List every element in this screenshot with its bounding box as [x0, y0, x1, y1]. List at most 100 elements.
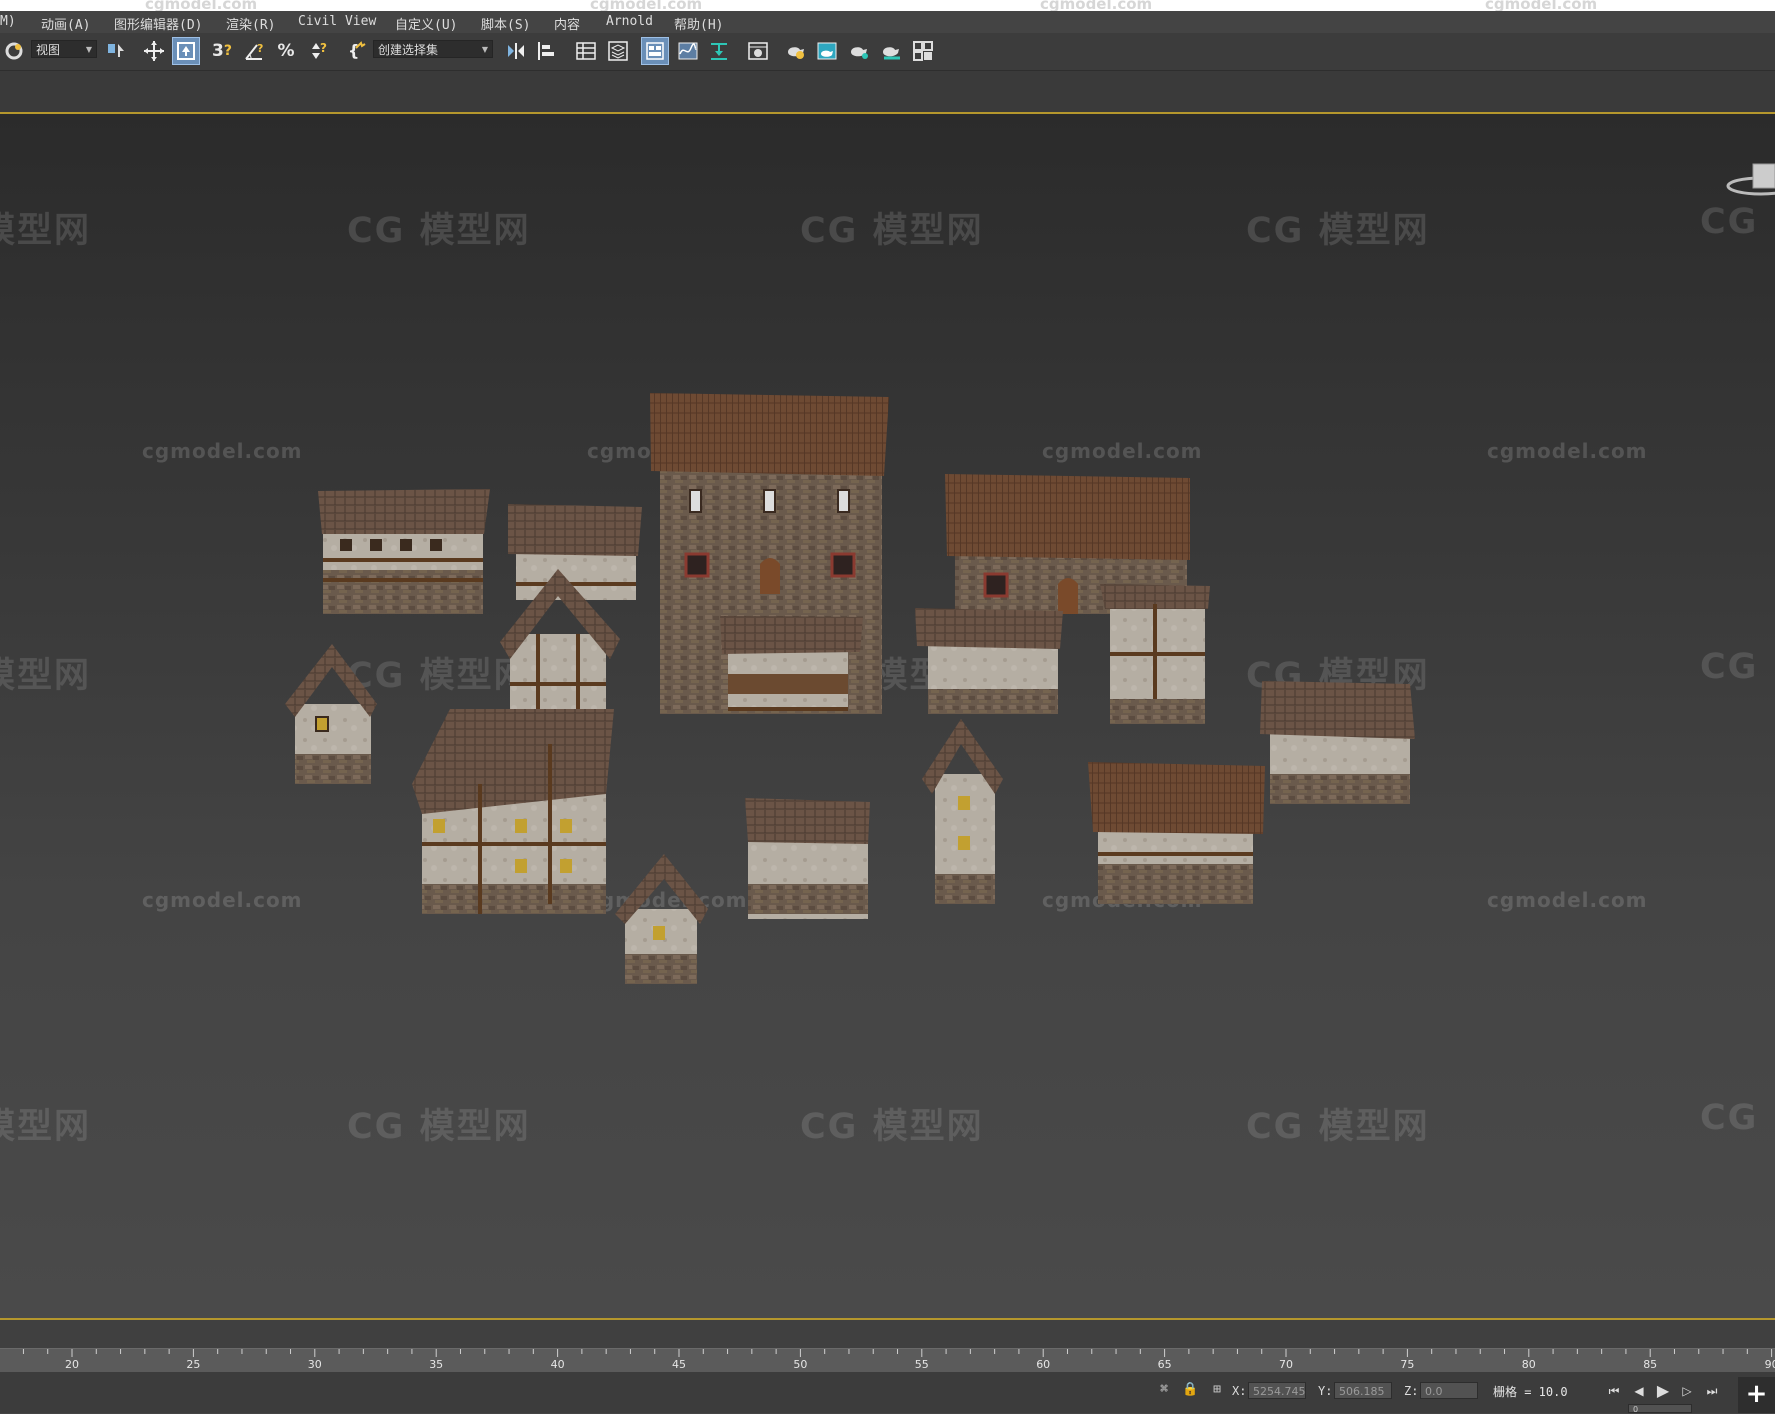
ruler-tick-label: 75 — [1400, 1358, 1415, 1371]
select-link-icon[interactable] — [102, 37, 130, 65]
ruler-tick-label: 85 — [1643, 1358, 1658, 1371]
timeline-ruler[interactable]: 20 25 30 35 40 45 50 55 60 65 70 75 80 85 90 — [0, 1348, 1775, 1373]
svg-text:?: ? — [320, 41, 327, 55]
menu-item-customize[interactable]: 自定义(U) — [395, 14, 457, 33]
main-toolbar: 视图 ▼ 3? ? % ? { 创建选择集 ▼ — [0, 33, 1775, 71]
move-icon[interactable] — [140, 37, 168, 65]
undo-redo-icon[interactable] — [0, 37, 28, 65]
named-selection-icon[interactable]: { — [344, 37, 372, 65]
current-frame-field[interactable]: 0 — [1628, 1404, 1692, 1414]
z-coordinate-field[interactable]: 0.0 — [1420, 1382, 1478, 1399]
render-setup-icon[interactable] — [782, 37, 810, 65]
curve-editor-icon[interactable] — [674, 37, 702, 65]
ruler-tick-label: 20 — [65, 1358, 79, 1371]
timber-house-center-right — [915, 608, 1063, 714]
timber-house-tall-right — [1100, 584, 1210, 724]
align-icon[interactable] — [533, 37, 561, 65]
select-region-icon[interactable] — [172, 37, 200, 65]
menu-item-content[interactable]: 内容 — [554, 14, 580, 33]
menu-item-arnold[interactable]: Arnold — [606, 14, 653, 29]
ruler-ticks — [22, 1349, 1773, 1357]
snap-3d-icon[interactable]: 3? — [208, 37, 236, 65]
watermark-text: cgmodel.com — [1040, 0, 1153, 11]
ruler-tick-label: 45 — [672, 1358, 686, 1371]
ruler-tick-label: 25 — [186, 1358, 201, 1371]
go-to-start-icon[interactable]: ⏮ — [1604, 1381, 1624, 1401]
status-bar: ⌘ 🔒 ⊞ X: 5254.745 Y: 506.185 Z: 0.0 栅格 =… — [0, 1372, 1775, 1414]
go-to-end-icon[interactable]: ⏭ — [1702, 1381, 1722, 1401]
x-label: X: — [1232, 1384, 1247, 1398]
timber-house-top — [508, 504, 642, 600]
percent-snap-icon[interactable]: % — [272, 37, 300, 65]
layer-explorer-icon[interactable] — [604, 37, 632, 65]
ruler-tick-label: 30 — [307, 1358, 322, 1371]
watermark-text: cgmodel.com — [590, 0, 703, 11]
ribbon-area — [0, 71, 1775, 112]
chevron-down-icon: ▼ — [481, 45, 488, 54]
timber-house-right — [1260, 681, 1415, 804]
watermark-text: cgmodel.com — [1485, 0, 1598, 11]
ruler-tick-label: 70 — [1279, 1358, 1293, 1371]
selection-set-dropdown[interactable]: 创建选择集 ▼ — [373, 40, 493, 58]
menu-item-partial[interactable]: M) — [0, 14, 16, 29]
ruler-tick-label: 60 — [1036, 1358, 1051, 1371]
timber-house-center — [720, 616, 863, 711]
timber-house-bottom-center — [745, 798, 870, 919]
timber-house-bottom-right — [1088, 762, 1265, 904]
time-slider-band[interactable] — [0, 1320, 1775, 1348]
watermark-text: cgmodel.com — [145, 0, 258, 11]
timber-tower-small-left — [285, 644, 377, 784]
ruler-tick-label: 55 — [914, 1358, 929, 1371]
chevron-down-icon: ▼ — [85, 45, 92, 54]
previous-frame-icon[interactable]: ◀ — [1629, 1381, 1649, 1401]
menu-item-civil-view[interactable]: Civil View — [298, 14, 376, 29]
absolute-mode-icon[interactable]: ⊞ — [1209, 1382, 1225, 1398]
menu-item-graph-editors[interactable]: 图形编辑器(D) — [114, 14, 202, 33]
menu-item-scripting[interactable]: 脚本(S) — [481, 14, 530, 33]
menu-item-rendering[interactable]: 渲染(R) — [226, 14, 275, 33]
lock-icon[interactable]: 🔒 — [1182, 1382, 1198, 1398]
selection-set-value: 创建选择集 — [378, 43, 439, 57]
perspective-viewport[interactable]: 模型网 CG 模型网 CG 模型网 CG 模型网 CG 模型网 CG 模型网 C… — [0, 114, 1775, 1318]
spinner-snap-icon[interactable]: ? — [304, 37, 332, 65]
ruler-tick-label: 80 — [1521, 1358, 1536, 1371]
grid-size-label: 栅格 = 10.0 — [1493, 1385, 1568, 1399]
rendered-frame-icon[interactable] — [813, 37, 841, 65]
reference-coordinate-dropdown[interactable]: 视图 ▼ — [31, 40, 97, 58]
schematic-view-icon[interactable] — [705, 37, 733, 65]
material-editor-icon[interactable] — [744, 37, 772, 65]
menu-bar: M) 动画(A) 图形编辑器(D) 渲染(R) Civil View 自定义(U… — [0, 11, 1775, 33]
timber-house-topleft — [318, 489, 490, 614]
village-scene — [285, 393, 1415, 984]
ruler-tick-label: 35 — [429, 1358, 444, 1371]
render-icon[interactable] — [845, 37, 873, 65]
scene-explorer-icon[interactable] — [572, 37, 600, 65]
toggle-ribbon-icon[interactable] — [641, 37, 669, 65]
timber-house-big-left — [412, 709, 614, 914]
arnold-icon[interactable] — [909, 37, 937, 65]
angle-snap-icon[interactable]: ? — [240, 37, 268, 65]
ruler-tick-label: 90 — [1764, 1358, 1775, 1371]
next-frame-icon[interactable]: ▷ — [1677, 1381, 1697, 1401]
svg-text:{: { — [348, 41, 359, 60]
y-label: Y: — [1318, 1384, 1333, 1398]
timber-tower-small-bottom — [615, 854, 708, 984]
viewcube-icon[interactable] — [1725, 154, 1775, 204]
ruler-tick-label: 50 — [793, 1358, 808, 1371]
ruler-tick-label: 65 — [1157, 1358, 1172, 1371]
add-keyframe-icon[interactable]: + — [1738, 1377, 1775, 1413]
x-coordinate-field[interactable]: 5254.745 — [1248, 1382, 1306, 1399]
mirror-icon[interactable] — [502, 37, 530, 65]
timber-tower-center — [922, 719, 1003, 904]
menu-item-help[interactable]: 帮助(H) — [674, 14, 723, 33]
play-icon[interactable]: ▶ — [1653, 1381, 1673, 1401]
y-coordinate-field[interactable]: 506.185 — [1334, 1382, 1392, 1399]
z-label: Z: — [1404, 1384, 1419, 1398]
svg-text:?: ? — [257, 42, 263, 55]
ruler-tick-label: 40 — [550, 1358, 565, 1371]
reference-coordinate-value: 视图 — [36, 43, 61, 57]
top-strip: cgmodel.com cgmodel.com cgmodel.com cgmo… — [0, 0, 1775, 11]
render-active-icon[interactable] — [877, 37, 905, 65]
menu-item-animation[interactable]: 动画(A) — [41, 14, 90, 33]
isolate-selection-icon[interactable]: ⌘ — [1156, 1382, 1172, 1398]
